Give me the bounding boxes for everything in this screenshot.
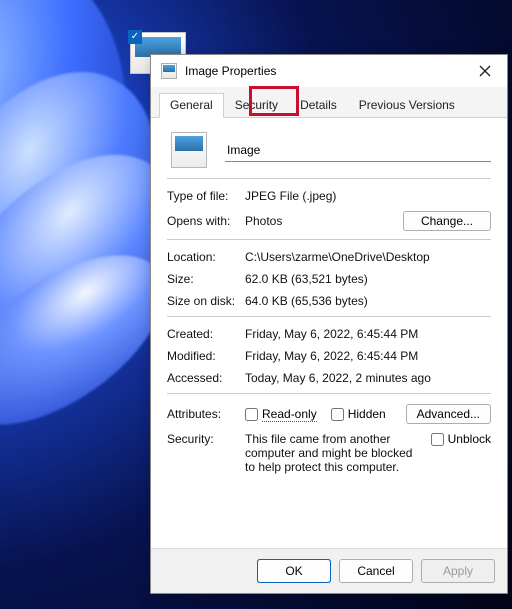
properties-dialog: Image Properties General Security Detail… bbox=[150, 54, 508, 594]
window-title: Image Properties bbox=[185, 64, 469, 78]
label-size: Size: bbox=[167, 272, 245, 286]
divider bbox=[167, 316, 491, 317]
unblock-label: Unblock bbox=[448, 432, 491, 446]
titlebar: Image Properties bbox=[151, 55, 507, 87]
tab-general[interactable]: General bbox=[159, 93, 224, 118]
label-modified: Modified: bbox=[167, 349, 245, 363]
label-attributes: Attributes: bbox=[167, 407, 245, 421]
read-only-label: Read-only bbox=[262, 407, 317, 422]
value-modified: Friday, May 6, 2022, 6:45:44 PM bbox=[245, 349, 491, 363]
selected-check-icon: ✓ bbox=[128, 30, 142, 44]
value-created: Friday, May 6, 2022, 6:45:44 PM bbox=[245, 327, 491, 341]
read-only-checkbox[interactable]: Read-only bbox=[245, 407, 317, 422]
hidden-label: Hidden bbox=[348, 407, 386, 421]
cancel-button[interactable]: Cancel bbox=[339, 559, 413, 583]
hidden-checkbox[interactable]: Hidden bbox=[331, 407, 386, 421]
label-type-of-file: Type of file: bbox=[167, 189, 245, 203]
label-security: Security: bbox=[167, 432, 245, 446]
filename-input[interactable] bbox=[225, 139, 491, 162]
close-icon bbox=[479, 65, 491, 77]
value-security: This file came from another computer and… bbox=[245, 432, 423, 474]
label-location: Location: bbox=[167, 250, 245, 264]
value-accessed: Today, May 6, 2022, 2 minutes ago bbox=[245, 371, 491, 385]
tab-details[interactable]: Details bbox=[289, 93, 348, 117]
properties-body: Type of file: JPEG File (.jpeg) Opens wi… bbox=[151, 118, 507, 548]
value-size: 62.0 KB (63,521 bytes) bbox=[245, 272, 491, 286]
hidden-input[interactable] bbox=[331, 408, 344, 421]
advanced-button[interactable]: Advanced... bbox=[406, 404, 491, 424]
change-button[interactable]: Change... bbox=[403, 211, 491, 231]
divider bbox=[167, 239, 491, 240]
tab-strip: General Security Details Previous Versio… bbox=[151, 87, 507, 118]
ok-button[interactable]: OK bbox=[257, 559, 331, 583]
value-opens-with: Photos bbox=[245, 214, 282, 228]
read-only-input[interactable] bbox=[245, 408, 258, 421]
tab-previous-versions[interactable]: Previous Versions bbox=[348, 93, 466, 117]
label-size-on-disk: Size on disk: bbox=[167, 294, 245, 308]
divider bbox=[167, 393, 491, 394]
close-button[interactable] bbox=[469, 57, 501, 85]
label-created: Created: bbox=[167, 327, 245, 341]
file-type-icon bbox=[171, 132, 207, 168]
value-type-of-file: JPEG File (.jpeg) bbox=[245, 189, 491, 203]
apply-button[interactable]: Apply bbox=[421, 559, 495, 583]
titlebar-file-icon bbox=[161, 63, 177, 79]
dialog-footer: OK Cancel Apply bbox=[151, 548, 507, 593]
label-opens-with: Opens with: bbox=[167, 214, 245, 228]
divider bbox=[167, 178, 491, 179]
tab-security[interactable]: Security bbox=[224, 93, 289, 117]
value-location: C:\Users\zarme\OneDrive\Desktop bbox=[245, 250, 491, 264]
label-accessed: Accessed: bbox=[167, 371, 245, 385]
unblock-input[interactable] bbox=[431, 433, 444, 446]
value-size-on-disk: 64.0 KB (65,536 bytes) bbox=[245, 294, 491, 308]
unblock-checkbox[interactable]: Unblock bbox=[431, 432, 491, 446]
